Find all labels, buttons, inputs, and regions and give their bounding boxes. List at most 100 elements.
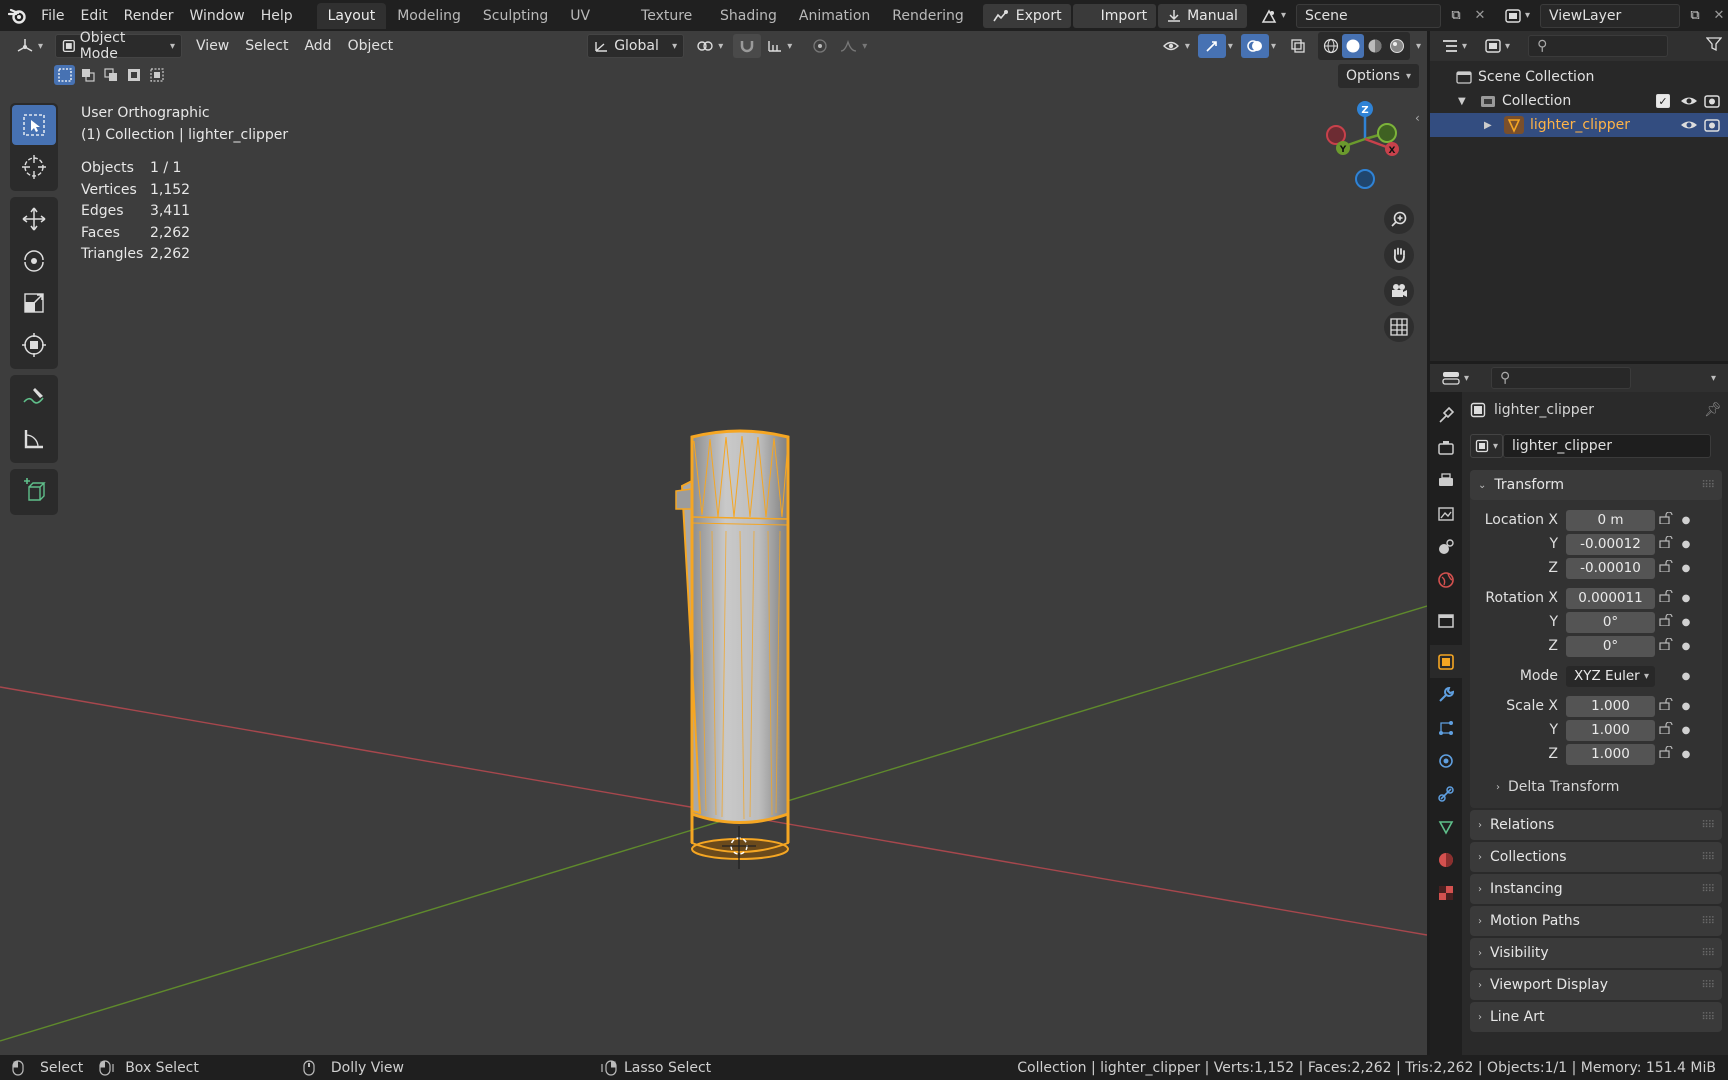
menu-edit[interactable]: Edit	[73, 4, 116, 28]
proportional-falloff-button[interactable]: ▾	[834, 34, 873, 58]
render-camera-icon[interactable]	[1704, 94, 1720, 108]
proportional-edit-toggle[interactable]	[806, 34, 834, 58]
scene-name-field[interactable]: Scene	[1295, 3, 1441, 28]
properties-options-icon[interactable]: ▾	[1711, 373, 1716, 384]
filter-icon[interactable]	[1705, 36, 1723, 56]
world-tab[interactable]	[1430, 563, 1462, 596]
toggle-perspective-button[interactable]	[1384, 312, 1414, 342]
menu-select[interactable]: Select	[237, 34, 296, 58]
cursor-tool[interactable]	[12, 147, 56, 187]
menu-add[interactable]: Add	[296, 34, 339, 58]
editor-type-button[interactable]: ▾	[10, 34, 49, 58]
annotate-tool[interactable]	[12, 377, 56, 417]
select-box-tool[interactable]	[12, 105, 56, 145]
pivot-point-button[interactable]: ▾	[690, 34, 729, 58]
location-z-field[interactable]: -0.00010	[1566, 557, 1655, 579]
tab-layout[interactable]: Layout	[316, 2, 387, 29]
texture-tab[interactable]	[1430, 876, 1462, 909]
tool-tab[interactable]	[1430, 398, 1462, 431]
xray-toggle[interactable]	[1284, 34, 1312, 58]
menu-help[interactable]: Help	[253, 4, 301, 28]
tab-animation[interactable]: Animation	[788, 3, 881, 29]
menu-file[interactable]: File	[33, 4, 72, 28]
display-mode-button[interactable]: ▾	[1479, 34, 1516, 58]
viewlayer-selector-button[interactable]: ▾	[1499, 4, 1536, 28]
keyframe-dot-icon[interactable]: ●	[1677, 701, 1695, 712]
rotation-mode-dropdown[interactable]: XYZ Euler ▾	[1566, 665, 1655, 687]
lock-icon[interactable]	[1655, 589, 1677, 606]
drag-grip-icon[interactable]: ⠿⠿	[1701, 480, 1715, 491]
outliner-scene-collection[interactable]: Scene Collection	[1430, 65, 1728, 89]
instancing-panel-header[interactable]: › Instancing ⠿⠿	[1470, 874, 1722, 904]
particles-tab[interactable]	[1430, 711, 1462, 744]
pin-icon[interactable]: 📌︎	[1704, 402, 1722, 418]
scale-y-field[interactable]: 1.000	[1566, 719, 1655, 741]
rotation-x-field[interactable]: 0.000011	[1566, 587, 1655, 609]
lighter-mesh[interactable]	[675, 429, 790, 860]
visibility-selectability-button[interactable]: ▾	[1157, 34, 1196, 58]
import-button[interactable]: Import	[1072, 3, 1157, 28]
expand-arrow-icon[interactable]: ▼	[1458, 96, 1474, 107]
object-tab[interactable]	[1430, 645, 1462, 678]
material-shading-button[interactable]	[1364, 34, 1386, 58]
solid-shading-button[interactable]	[1341, 34, 1364, 58]
motion-paths-panel-header[interactable]: › Motion Paths ⠿⠿	[1470, 906, 1722, 936]
scale-z-field[interactable]: 1.000	[1566, 743, 1655, 765]
select-invert-mode-icon[interactable]	[123, 65, 144, 85]
select-extend-mode-icon[interactable]	[77, 65, 98, 85]
outliner-search-input[interactable]: ⚲	[1528, 35, 1669, 57]
material-tab[interactable]	[1430, 843, 1462, 876]
menu-render[interactable]: Render	[116, 4, 182, 28]
lock-icon[interactable]	[1655, 721, 1677, 738]
tab-sculpting[interactable]: Sculpting	[472, 3, 559, 29]
constraints-tab[interactable]	[1430, 777, 1462, 810]
rendered-shading-button[interactable]	[1386, 34, 1408, 58]
lock-icon[interactable]	[1655, 637, 1677, 654]
keyframe-dot-icon[interactable]: ●	[1677, 563, 1695, 574]
lock-icon[interactable]	[1655, 511, 1677, 528]
transform-orientation-dropdown[interactable]: Global ▾	[587, 34, 685, 58]
wireframe-shading-button[interactable]	[1320, 34, 1342, 58]
relations-panel-header[interactable]: › Relations ⠿⠿	[1470, 810, 1722, 840]
visibility-eye-icon[interactable]	[1680, 94, 1698, 108]
options-dropdown[interactable]: Options ▾	[1337, 64, 1419, 88]
tab-shading[interactable]: Shading	[709, 3, 788, 29]
3d-viewport[interactable]: ▾ Object Mode ▾ View Select Add Object G…	[0, 31, 1427, 1055]
blender-logo-icon[interactable]	[0, 0, 33, 31]
outliner-editor-type-button[interactable]: ▾	[1436, 34, 1473, 58]
transform-panel-header[interactable]: ⌄ Transform ⠿⠿	[1470, 470, 1722, 500]
outliner-collection-row[interactable]: ▼ Collection ✓	[1430, 89, 1728, 113]
modifiers-tab[interactable]	[1430, 678, 1462, 711]
location-x-field[interactable]: 0 m	[1566, 509, 1655, 531]
viewlayer-copy-icon[interactable]: ⧉	[1684, 8, 1706, 23]
keyframe-dot-icon[interactable]: ●	[1677, 617, 1695, 628]
delta-transform-subpanel[interactable]: › Delta Transform	[1470, 772, 1722, 802]
menu-view[interactable]: View	[188, 34, 237, 58]
visibility-panel-header[interactable]: › Visibility ⠿⠿	[1470, 938, 1722, 968]
render-camera-icon[interactable]	[1704, 118, 1720, 132]
add-cube-tool[interactable]	[12, 471, 56, 511]
view-layer-tab[interactable]	[1430, 497, 1462, 530]
tab-uv-editing[interactable]: UV Editing	[559, 3, 630, 50]
tab-rendering[interactable]: Rendering	[881, 3, 975, 29]
keyframe-dot-icon[interactable]: ●	[1677, 515, 1695, 526]
scene-tab[interactable]	[1430, 530, 1462, 563]
camera-view-button[interactable]	[1384, 276, 1414, 306]
lock-icon[interactable]	[1655, 697, 1677, 714]
scene-close-icon[interactable]: ✕	[1471, 8, 1489, 23]
keyframe-dot-icon[interactable]: ●	[1677, 671, 1695, 682]
outliner-object-row[interactable]: ▶ lighter_clipper	[1430, 113, 1728, 137]
gizmo-dropdown-icon[interactable]: ▾	[1228, 41, 1233, 52]
object-browse-button[interactable]: ▾	[1470, 434, 1504, 458]
snap-target-button[interactable]: ▾	[761, 34, 798, 58]
collections-panel-header[interactable]: › Collections ⠿⠿	[1470, 842, 1722, 872]
line-art-panel-header[interactable]: › Line Art ⠿⠿	[1470, 1002, 1722, 1032]
keyframe-dot-icon[interactable]: ●	[1677, 593, 1695, 604]
navigation-gizmo[interactable]: Z Y X	[1322, 99, 1400, 189]
shading-dropdown-icon[interactable]: ▾	[1416, 41, 1421, 52]
rotation-z-field[interactable]: 0°	[1566, 635, 1655, 657]
overlays-toggle[interactable]	[1240, 34, 1269, 58]
lock-icon[interactable]	[1655, 535, 1677, 552]
keyframe-dot-icon[interactable]: ●	[1677, 539, 1695, 550]
gizmo-toggle[interactable]	[1197, 34, 1226, 58]
